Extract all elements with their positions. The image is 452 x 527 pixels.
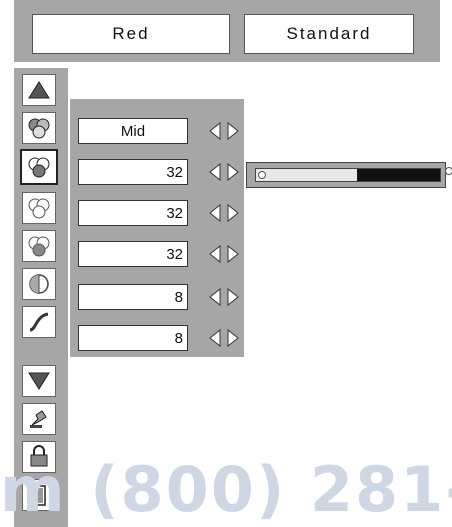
left-right-arrows-icon[interactable] bbox=[208, 245, 240, 263]
level-row: Mid bbox=[78, 118, 239, 144]
color-adjust-button[interactable] bbox=[22, 192, 56, 224]
gamma-curve-button[interactable] bbox=[22, 306, 56, 338]
scroll-up-button[interactable] bbox=[22, 74, 56, 106]
left-right-arrows-icon[interactable] bbox=[208, 288, 240, 306]
value-row-5: 8 bbox=[78, 325, 239, 351]
scroll-up-icon bbox=[28, 81, 50, 99]
color-label: Red bbox=[112, 24, 150, 43]
adjust-panel: Mid 32 32 32 8 8 bbox=[70, 99, 244, 357]
slider-max-marker bbox=[445, 167, 452, 175]
value-row-3: 32 bbox=[78, 241, 239, 267]
value-field-4[interactable]: 8 bbox=[78, 284, 188, 310]
slider-track[interactable] bbox=[255, 168, 441, 182]
color-adjust-button-2[interactable] bbox=[22, 230, 56, 262]
level-value[interactable]: Mid bbox=[78, 118, 188, 144]
watermark-text: m (800) 281- bbox=[0, 453, 452, 526]
left-right-arrows-icon[interactable] bbox=[208, 163, 240, 181]
slider-fill bbox=[256, 169, 358, 181]
value-row-4: 8 bbox=[78, 284, 239, 310]
color-selected-icon bbox=[28, 157, 50, 178]
left-right-arrows-icon[interactable] bbox=[208, 204, 240, 222]
value-field-3[interactable]: 32 bbox=[78, 241, 188, 267]
reset-button[interactable] bbox=[22, 403, 56, 435]
value-row-1: 32 bbox=[78, 159, 239, 185]
scroll-down-icon bbox=[28, 372, 50, 390]
gamma-curve-icon bbox=[29, 312, 49, 332]
contrast-icon bbox=[29, 274, 49, 294]
value-row-2: 32 bbox=[78, 200, 239, 226]
value-field-5[interactable]: 8 bbox=[78, 325, 188, 351]
top-bar: Red Standard bbox=[14, 0, 440, 62]
scroll-down-button[interactable] bbox=[22, 365, 56, 397]
left-right-arrows-icon[interactable] bbox=[208, 122, 240, 140]
mode-label: Standard bbox=[286, 24, 372, 43]
color-selected-button[interactable] bbox=[20, 149, 58, 185]
level-slider[interactable] bbox=[246, 162, 452, 188]
mode-label-box: Standard bbox=[244, 14, 414, 54]
color-balance-icon bbox=[28, 118, 50, 139]
value-field-2[interactable]: 32 bbox=[78, 200, 188, 226]
reset-icon bbox=[30, 410, 47, 428]
value-field-1[interactable]: 32 bbox=[78, 159, 188, 185]
slider-min-marker bbox=[258, 171, 266, 179]
color-adjust-icon-2 bbox=[28, 236, 50, 257]
color-balance-button[interactable] bbox=[22, 112, 56, 144]
contrast-button[interactable] bbox=[22, 268, 56, 300]
color-label-box: Red bbox=[32, 14, 230, 54]
color-adjust-icon bbox=[28, 198, 50, 219]
left-right-arrows-icon[interactable] bbox=[208, 329, 240, 347]
